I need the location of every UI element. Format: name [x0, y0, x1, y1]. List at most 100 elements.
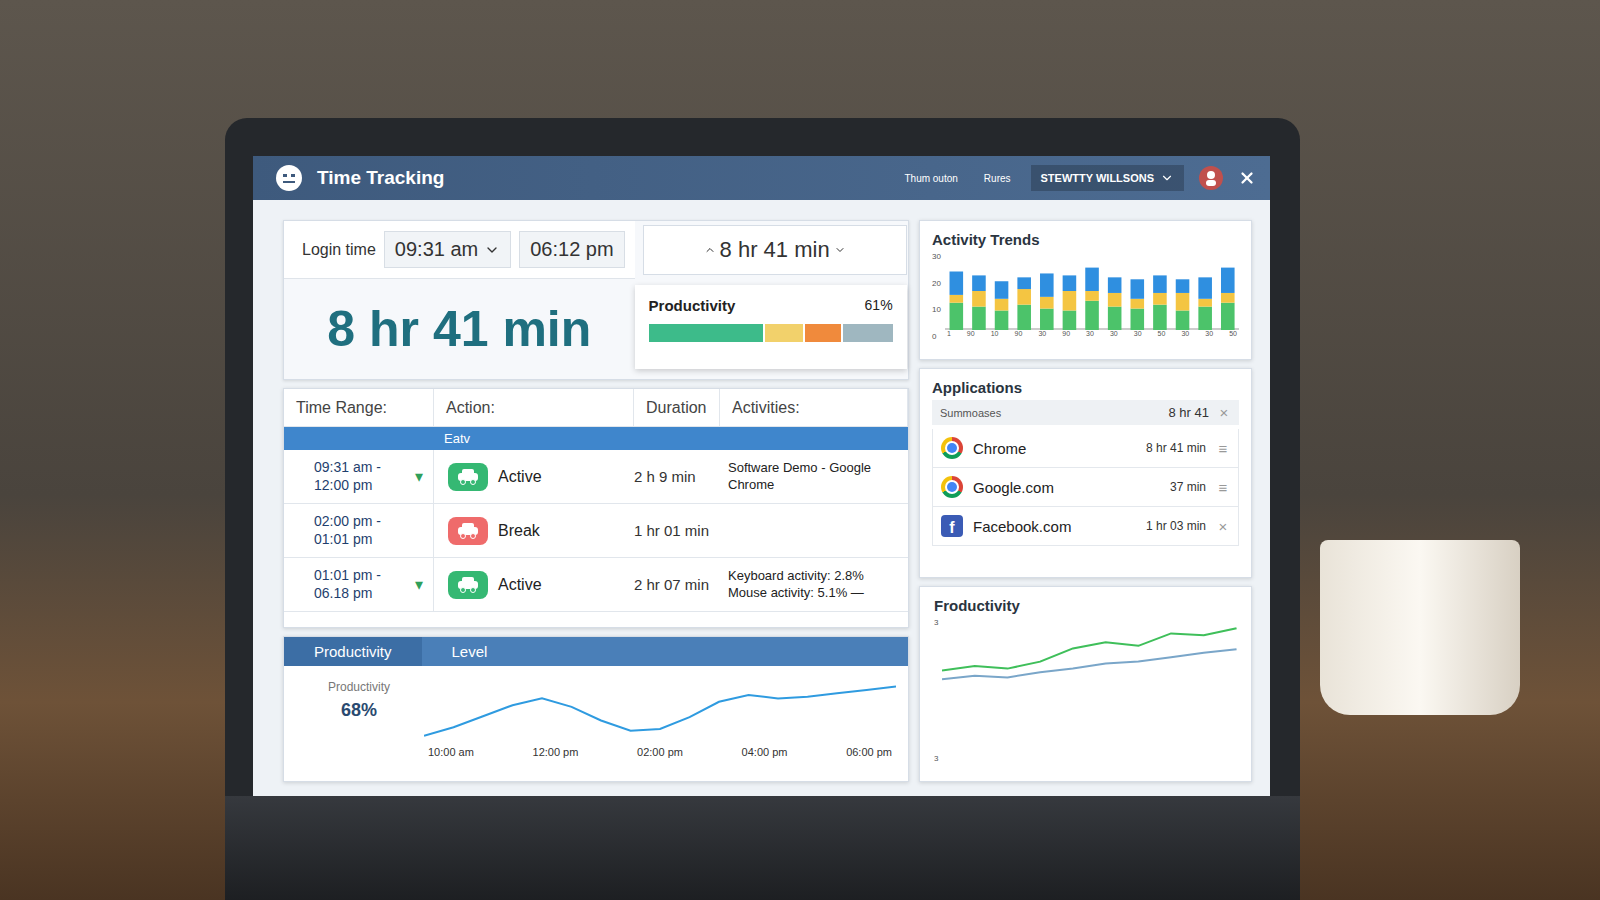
action-cell: Break — [434, 504, 634, 557]
bar-stack — [1085, 268, 1099, 330]
card-title: Activity Trends — [932, 231, 1239, 248]
chevron-down-icon — [1160, 171, 1174, 185]
chart-bar — [1130, 299, 1144, 309]
productivity-label: Productivity — [649, 297, 736, 314]
row-action[interactable]: ≡ — [1216, 440, 1230, 457]
table-row[interactable]: 01:01 pm -06.18 pm▾Active2 hr 07 minKeyb… — [284, 558, 908, 612]
x-axis: 1901090309030303050303050 — [945, 330, 1239, 337]
chart-bar — [995, 311, 1009, 331]
summary-value: 8 hr 41 — [1169, 405, 1209, 420]
productivity-stat: Productivity 68% — [304, 674, 414, 777]
productivity-segment — [765, 324, 803, 342]
line-chart — [424, 674, 896, 746]
row-action[interactable]: × — [1216, 518, 1230, 535]
row-action[interactable]: ≡ — [1216, 479, 1230, 496]
activities-cell — [720, 504, 908, 557]
axis-tick: 90 — [967, 330, 975, 337]
nav-item[interactable]: Rures — [978, 173, 1017, 184]
application-row[interactable]: Google.com37 min≡ — [932, 468, 1239, 507]
chart-bar — [1221, 268, 1235, 293]
total-dropdown[interactable]: 8 hr 41 min — [643, 225, 907, 275]
axis-tick: 02:00 pm — [637, 746, 683, 758]
app-logo-icon — [275, 164, 303, 192]
axis-tick: 30 — [1038, 330, 1046, 337]
chart-bar — [1198, 299, 1212, 307]
small-line-chart — [942, 618, 1237, 688]
chrome-icon — [941, 476, 963, 498]
x-axis: 10:00 am12:00 pm02:00 pm04:00 pm06:00 pm — [424, 746, 896, 758]
axis-tick: 30 — [1181, 330, 1189, 337]
application-row[interactable]: Chrome8 hr 41 min≡ — [932, 429, 1239, 468]
level-tab[interactable]: Productivity — [284, 637, 422, 666]
activities-cell: Software Demo - Google Chrome — [720, 450, 908, 503]
summary-row: Summoases8 hr 41× — [932, 400, 1239, 425]
chart-bar — [1198, 277, 1212, 298]
table-header: Time Range:Action:DurationActivities: — [284, 389, 908, 427]
productivity-card: Productivity 61% — [635, 285, 907, 369]
column-header: Time Range: — [284, 389, 434, 426]
application-row[interactable]: fFacebook.com1 hr 03 min× — [932, 507, 1239, 546]
axis-tick: 0 — [932, 332, 941, 341]
axis-tick: 3 — [934, 618, 938, 627]
action-cell: Active — [434, 558, 634, 611]
action-icon — [448, 517, 488, 545]
duration-cell: 2 h 9 min — [634, 450, 720, 503]
time-range-cell: 09:31 am -12:00 pm▾ — [284, 450, 434, 503]
stat-label: Productivity — [328, 680, 390, 694]
bar-stack — [1198, 277, 1212, 330]
expand-toggle[interactable]: ▾ — [415, 467, 423, 487]
action-icon — [448, 571, 488, 599]
chart-bar — [1085, 268, 1099, 291]
background-right — [1300, 0, 1600, 900]
chart-bar — [972, 307, 986, 330]
chart-area: 33 — [934, 618, 1237, 775]
laptop: Time TrackingThum outonRuresSTEWTTY WILL… — [225, 118, 1300, 900]
chart-area: 30201001901090309030303050303050 — [932, 252, 1239, 353]
axis-tick: 3 — [934, 754, 938, 763]
photo-scene: Time TrackingThum outonRuresSTEWTTY WILL… — [0, 0, 1600, 900]
time-card: Login time09:31 am06:12 pm8 hr 41 min8 h… — [283, 220, 909, 380]
axis-tick: 90 — [1062, 330, 1070, 337]
chart-bar — [1153, 275, 1167, 293]
chevron-up-icon — [704, 244, 716, 256]
activity-trends-card: Activity Trends3020100190109030903030305… — [919, 220, 1252, 360]
level-tab[interactable]: Level — [422, 637, 518, 666]
bar-stack — [1130, 279, 1144, 330]
bar-stack — [1017, 277, 1031, 330]
summary-close[interactable]: × — [1217, 404, 1231, 421]
time-range-cell: 02:00 pm -01:01 pm — [284, 504, 434, 557]
axis-tick: 1 — [947, 330, 951, 337]
screen: Time TrackingThum outonRuresSTEWTTY WILL… — [253, 156, 1270, 796]
stat-value: 68% — [341, 700, 377, 721]
chart-bar — [972, 291, 986, 307]
y-axis: 33 — [934, 618, 938, 775]
table-row[interactable]: 09:31 am -12:00 pm▾Active2 h 9 minSoftwa… — [284, 450, 908, 504]
activities-cell: Keyboard activity: 2.8%Mouse activity: 5… — [720, 558, 908, 611]
productivity-line-chart: 10:00 am12:00 pm02:00 pm04:00 pm06:00 pm — [424, 674, 896, 777]
avatar-icon[interactable] — [1198, 165, 1224, 191]
close-icon[interactable] — [1238, 169, 1256, 187]
duration-cell: 2 hr 07 min — [634, 558, 720, 611]
app-header: Time TrackingThum outonRuresSTEWTTY WILL… — [253, 156, 1270, 200]
axis-tick: 50 — [1229, 330, 1237, 337]
application-duration: 1 hr 03 min — [1146, 519, 1206, 533]
bar-stack — [1176, 279, 1190, 330]
time-range-cell: 01:01 pm -06.18 pm▾ — [284, 558, 434, 611]
chevron-down-icon — [484, 242, 500, 258]
productivity-value: 61% — [865, 297, 893, 314]
chart-bar — [1108, 307, 1122, 330]
chart-bar — [995, 281, 1009, 299]
small-productivity-card: Froductivity33 — [919, 586, 1252, 782]
login-end-field[interactable]: 06:12 pm — [519, 231, 624, 268]
user-menu[interactable]: STEWTTY WILLSONS — [1031, 165, 1184, 191]
nav-item[interactable]: Thum outon — [898, 173, 963, 184]
productivity-level-card: ProductivityLevelProductivity68%10:00 am… — [283, 636, 909, 782]
table-row[interactable]: 02:00 pm -01:01 pmBreak1 hr 01 min — [284, 504, 908, 558]
productivity-head: Productivity 61% — [649, 297, 893, 314]
activity-bar-chart — [945, 252, 1239, 330]
laptop-bezel: Time TrackingThum outonRuresSTEWTTY WILL… — [225, 118, 1300, 796]
expand-toggle[interactable]: ▾ — [415, 575, 423, 595]
axis-tick: 30 — [1110, 330, 1118, 337]
chart-box: 1901090309030303050303050 — [945, 252, 1239, 353]
login-start-field[interactable]: 09:31 am — [384, 231, 511, 268]
